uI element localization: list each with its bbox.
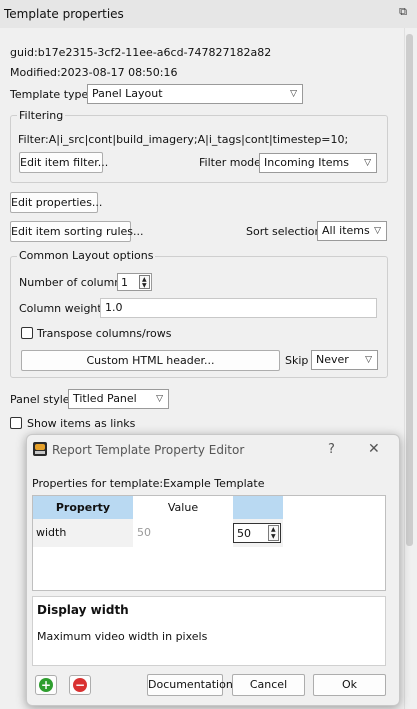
column-header-edit: [233, 496, 283, 519]
cancel-button[interactable]: Cancel: [232, 674, 305, 696]
description-panel: Display width Maximum video width in pix…: [32, 596, 386, 666]
skip-label: Skip: [285, 354, 309, 367]
row-value-spinbox[interactable]: 50 ▲ ▼: [233, 523, 281, 543]
dialog-title: Report Template Property Editor: [52, 443, 245, 457]
template-type-label: Template type:: [10, 88, 92, 101]
custom-html-header-button[interactable]: Custom HTML header...: [21, 350, 280, 371]
undock-icon[interactable]: ⧉: [397, 6, 409, 18]
modified-text: Modified:2023-08-17 08:50:16: [10, 66, 178, 79]
panel-style-label: Panel style: [10, 393, 70, 406]
edit-sorting-rules-button[interactable]: Edit item sorting rules...: [10, 221, 144, 242]
template-type-value: Panel Layout: [92, 87, 163, 100]
filter-text: Filter:A|i_src|cont|build_imagery;A|i_ta…: [18, 133, 349, 146]
property-table[interactable]: Property Value width 50 50 ▲ ▼: [32, 495, 386, 591]
row-value: 50: [237, 527, 251, 540]
column-header-property[interactable]: Property: [33, 496, 133, 519]
column-weights-input[interactable]: 1.0: [100, 298, 377, 318]
panel-titlebar: Template properties ⧉: [0, 0, 417, 29]
property-editor-dialog: Report Template Property Editor ? ✕ Prop…: [26, 434, 400, 706]
properties-for-label: Properties for template:Example Template: [32, 477, 265, 490]
guid-text: guid:b17e2315-3cf2-11ee-a6cd-747827182a8…: [10, 46, 272, 59]
description-title: Display width: [37, 603, 129, 617]
help-icon[interactable]: ?: [328, 442, 335, 457]
skip-value: Never: [316, 353, 349, 366]
chevron-down-icon: ▽: [290, 89, 297, 99]
panel-style-value: Titled Panel: [73, 392, 137, 405]
show-links-label: Show items as links: [27, 417, 136, 430]
filter-mode-select[interactable]: Incoming Items ▽: [259, 153, 377, 173]
sort-selection-label: Sort selection: [246, 225, 322, 238]
transpose-label: Transpose columns/rows: [37, 327, 172, 340]
edit-item-filter-button[interactable]: Edit item filter...: [19, 152, 108, 173]
description-text: Maximum video width in pixels: [37, 630, 208, 643]
add-button[interactable]: +: [35, 675, 57, 695]
panel-style-select[interactable]: Titled Panel ▽: [68, 389, 169, 409]
chevron-down-icon: ▽: [364, 158, 371, 168]
edit-properties-button[interactable]: Edit properties...: [10, 192, 102, 213]
layout-options-label: Common Layout options: [17, 249, 156, 262]
show-links-checkbox[interactable]: [10, 417, 22, 429]
filtering-group-label: Filtering: [17, 109, 66, 122]
filter-mode-label: Filter mode: [199, 156, 261, 169]
columns-spinbox[interactable]: 1 ▲ ▼: [117, 273, 152, 291]
row-default-value: 50: [137, 526, 151, 539]
filter-mode-value: Incoming Items: [264, 156, 349, 169]
columns-label: Number of columns: [19, 276, 128, 289]
ok-button[interactable]: Ok: [313, 674, 386, 696]
skip-select[interactable]: Never ▽: [311, 350, 378, 370]
template-type-select[interactable]: Panel Layout ▽: [87, 84, 303, 104]
chevron-down-icon: ▽: [365, 355, 372, 365]
sort-selection-value: All items: [322, 224, 370, 237]
weights-label: Column weights: [19, 302, 108, 315]
columns-value: 1: [121, 276, 128, 289]
column-header-value[interactable]: Value: [133, 496, 233, 520]
sort-selection-select[interactable]: All items ▽: [317, 221, 387, 241]
dialog-titlebar: Report Template Property Editor ? ✕: [27, 435, 399, 465]
panel-title: Template properties: [4, 7, 124, 21]
spin-arrows-icon[interactable]: ▲ ▼: [139, 275, 150, 289]
scrollbar-thumb[interactable]: [406, 34, 413, 546]
close-icon[interactable]: ✕: [368, 441, 380, 457]
chevron-down-icon: ▽: [156, 394, 163, 404]
minus-icon: −: [73, 678, 87, 692]
plus-icon: +: [39, 678, 53, 692]
app-logo-icon: [33, 442, 47, 456]
chevron-down-icon: ▽: [374, 226, 381, 236]
remove-button[interactable]: −: [69, 675, 91, 695]
row-value-cell: 50: [133, 519, 233, 547]
documentation-button[interactable]: Documentation: [147, 674, 233, 696]
table-row[interactable]: width 50 50 ▲ ▼: [33, 519, 283, 547]
transpose-checkbox[interactable]: [21, 327, 33, 339]
row-property-name: width: [36, 526, 67, 539]
spin-arrows-icon[interactable]: ▲ ▼: [268, 525, 279, 541]
